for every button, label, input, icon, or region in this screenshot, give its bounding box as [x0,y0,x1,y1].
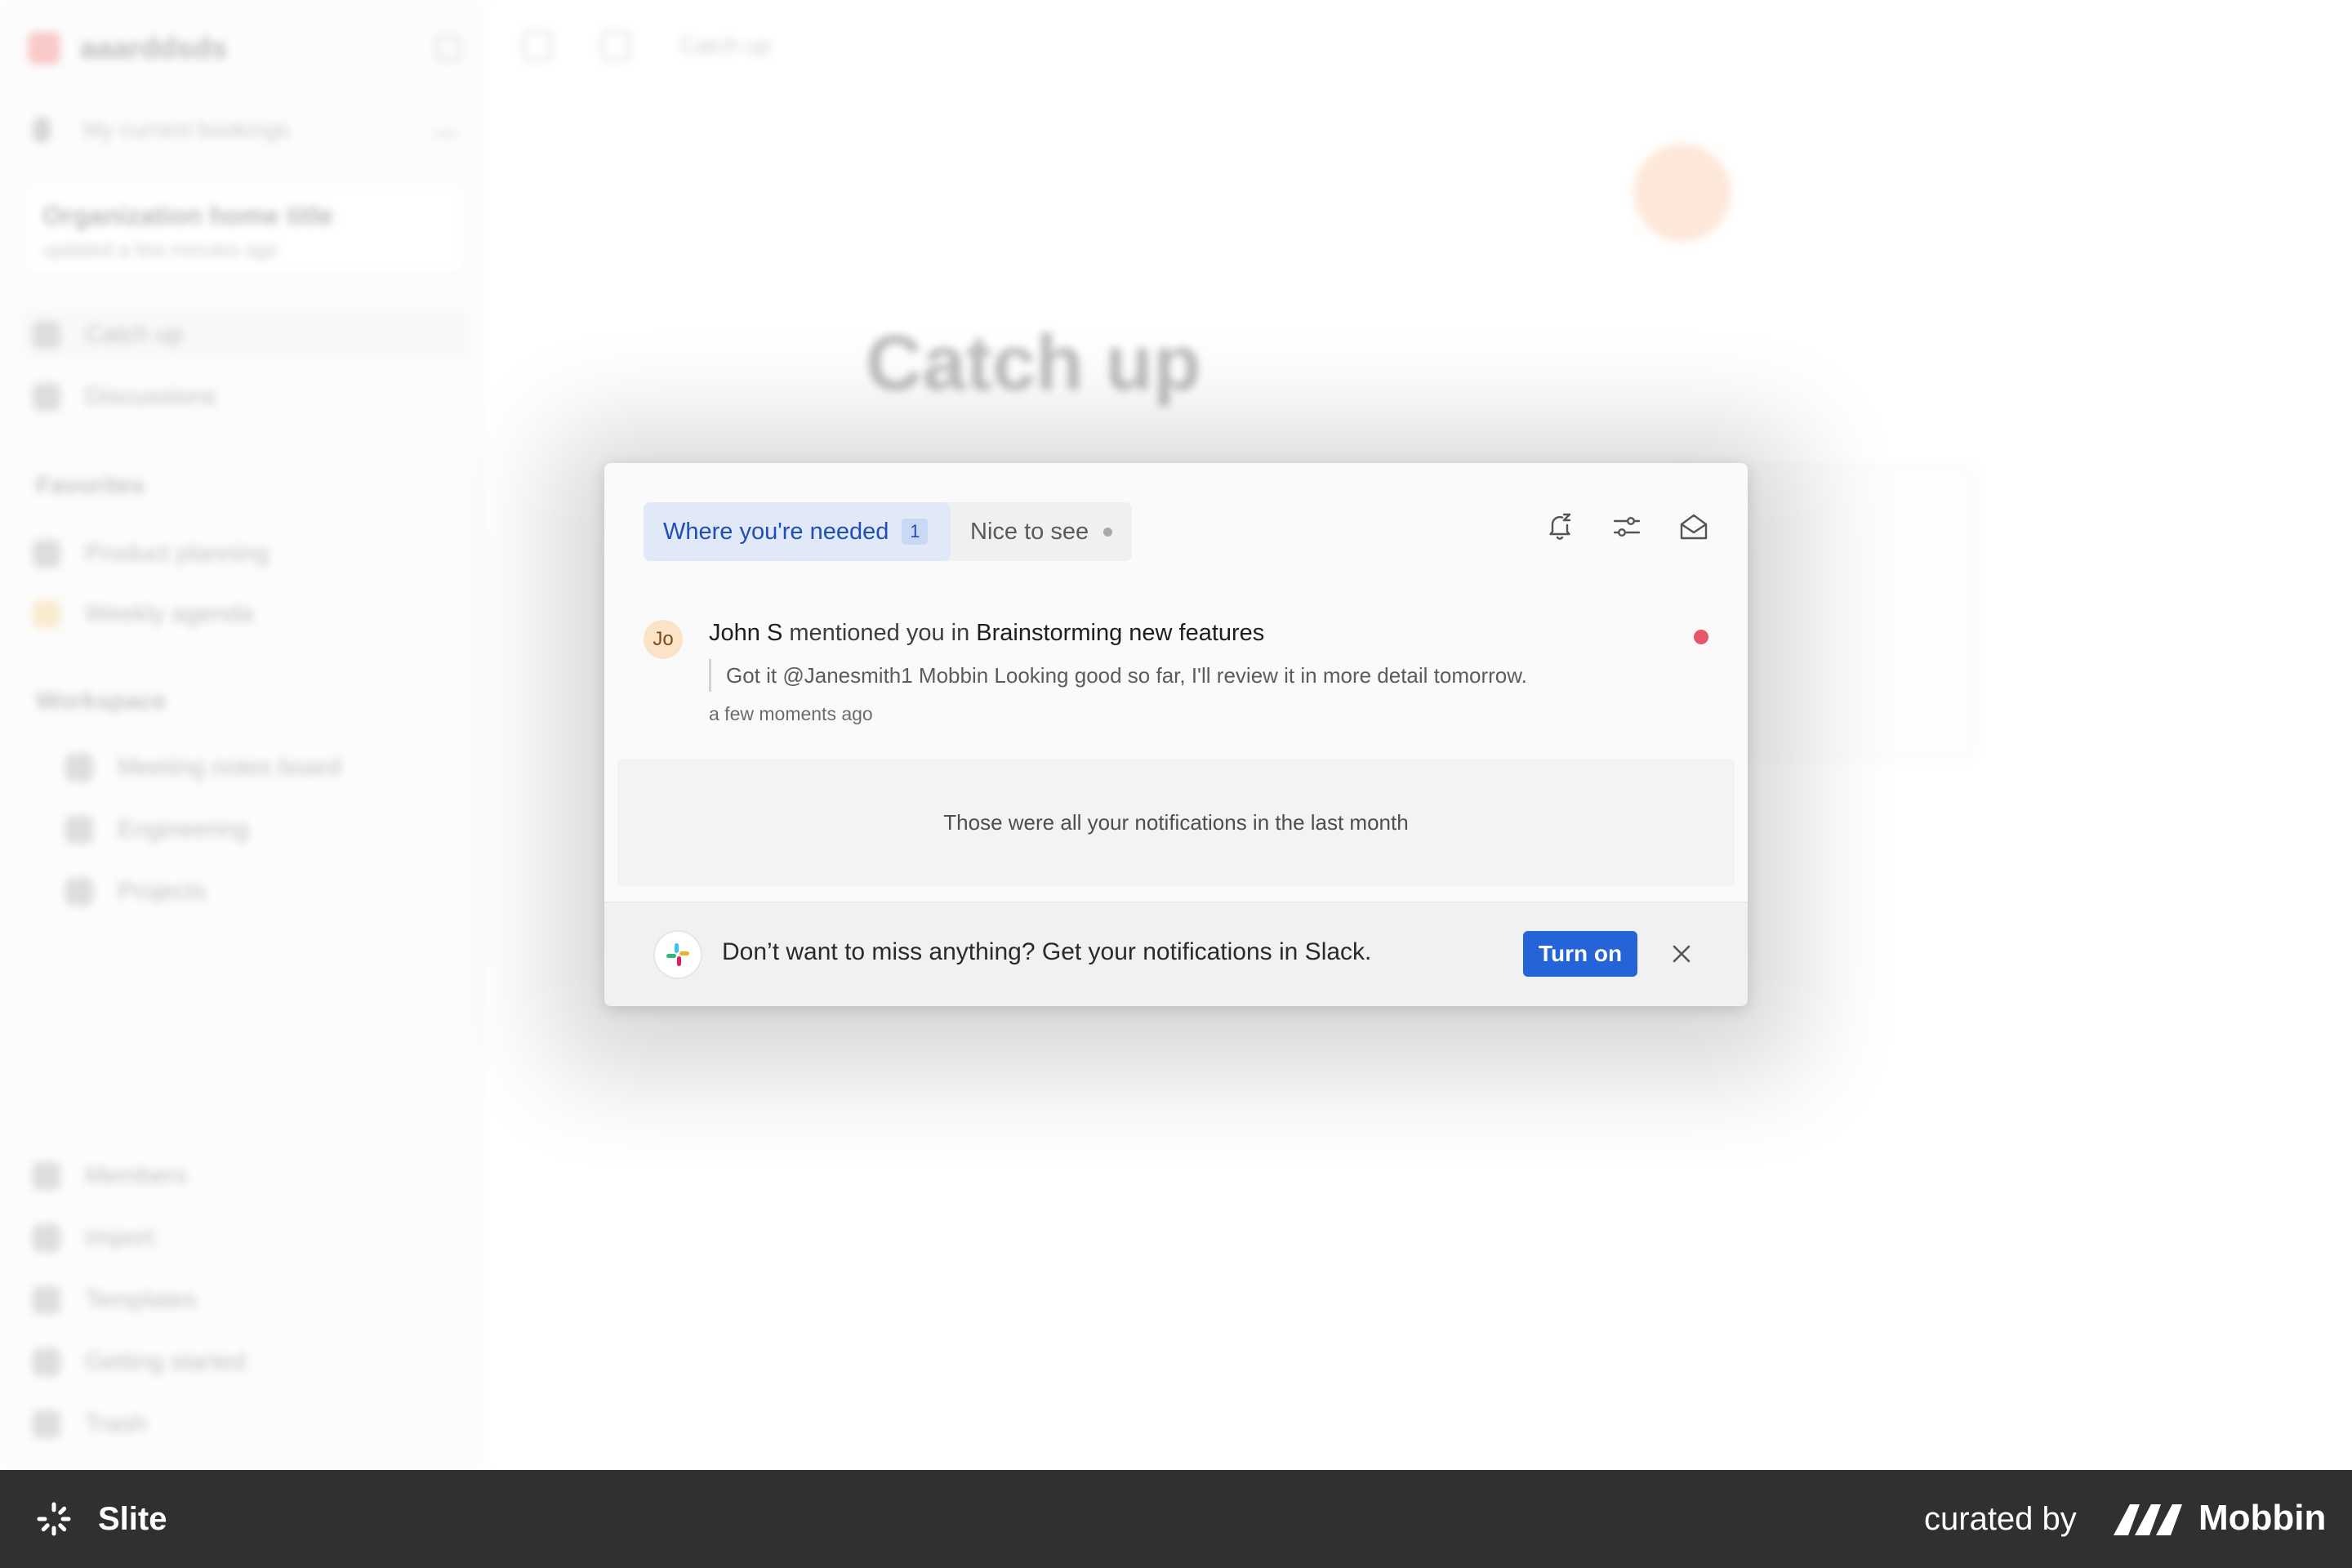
indicator-dot [1103,527,1113,537]
sidebar-item-label: Discussions [85,383,216,410]
doc-icon [65,816,93,844]
doc-icon [33,540,60,568]
chat-icon [33,383,60,411]
mobbin-logo-icon [2112,1499,2184,1539]
avatar: Jo [644,620,683,659]
count-badge: 1 [902,519,929,545]
unread-dot [1694,630,1708,644]
sidebar-search[interactable]: My current bookings [33,111,457,149]
sidebar-item-label: Import [85,1224,155,1251]
brand-bar: Slite curated by Mobbin [0,1470,2352,1568]
topbar-title: Catch up [679,33,772,58]
templates-icon [33,1286,60,1314]
sidebar-item-getting-started[interactable]: Getting started [33,1338,457,1387]
sidebar-item-favorite[interactable]: Weekly agenda [33,590,457,639]
sidebar-item-label: Product planning [85,540,270,567]
sidebar-item-label: Projects [118,878,207,905]
mobbin-brand: Mobbin [2198,1498,2327,1538]
person-icon [33,117,51,143]
tab-label: Where you're needed [663,518,889,545]
filter-sliders-icon[interactable] [1612,512,1642,541]
notification-action: mentioned you in [789,620,970,646]
sidebar-item-label: Templates [85,1286,197,1313]
sidebar-item-label: Catch up [85,321,184,348]
sidebar-item-members[interactable]: Members [33,1152,457,1200]
import-icon [33,1224,60,1252]
home-card-subtitle: updated a few minutes ago [42,239,278,261]
sidebar-item-catch-up[interactable]: Catch up [23,310,469,359]
tab-nice-to-see[interactable]: Nice to see [951,502,1132,561]
section-workspace: Workspace [36,688,167,715]
notification-quote: Got it @Janesmith1 Mobbin Looking good s… [709,659,1527,692]
notification-title: John S mentioned you in Brainstorming ne… [709,620,1264,647]
sidebar-item-workspace[interactable]: Engineering [65,805,490,854]
curated-by-label: curated by [1924,1501,2077,1537]
chevron-down-icon [436,124,457,136]
rocket-icon [33,1348,60,1376]
notification-time: a few moments ago [709,703,873,724]
slack-icon [655,932,701,978]
end-of-list-message: Those were all your notifications in the… [617,759,1735,886]
members-icon [33,1162,60,1190]
mark-read-icon[interactable] [1679,512,1708,541]
sidebar-item-label: Weekly agenda [85,600,254,627]
snooze-icon[interactable] [1545,512,1575,541]
notification-tabs: Where you're needed 1 Nice to see [644,502,1133,561]
sidebar-item-workspace[interactable]: Projects [65,867,490,916]
sidebar-item-label: Trash [85,1410,147,1437]
inbox-icon [33,321,60,349]
back-icon[interactable] [601,31,630,60]
trash-icon [33,1410,60,1438]
sidebar-item-label: Meeting notes board [118,754,341,781]
sidebar-item-import[interactable]: Import [33,1214,457,1263]
tab-where-youre-needed[interactable]: Where you're needed 1 [644,502,951,561]
slack-banner: Don’t want to miss anything? Get your no… [604,902,1748,1006]
sidebar-toggle-icon[interactable] [523,31,552,60]
sidebar-item-templates[interactable]: Templates [33,1276,457,1325]
tab-label: Nice to see [970,518,1089,545]
workspace-logo-icon [28,32,60,65]
slite-logo-icon [36,1501,72,1537]
topbar: Catch up [523,31,771,60]
folder-icon [33,600,60,628]
new-doc-icon[interactable] [436,36,461,60]
notification-toolbar [1545,512,1708,541]
notification-doc-link[interactable]: Brainstorming new features [976,620,1264,646]
notifications-panel: Where you're needed 1 Nice to see Jo Joh… [604,463,1748,1006]
workspace-name: aaarddsds [80,31,228,65]
sidebar: aaarddsds My current bookings Organizati… [0,0,483,1470]
sidebar-item-label: Engineering [118,816,249,843]
sidebar-item-favorite[interactable]: Product planning [33,529,457,578]
slack-prompt: Don’t want to miss anything? Get your no… [722,938,1372,965]
notification-item[interactable]: Jo John S mentioned you in Brainstorming… [644,620,1708,742]
app-name: Slite [98,1501,167,1537]
sidebar-item-trash[interactable]: Trash [33,1400,457,1449]
doc-icon [65,754,93,782]
sidebar-item-discussions[interactable]: Discussions [33,372,457,421]
workspace-header[interactable]: aaarddsds [28,29,461,67]
doc-icon [65,878,93,906]
notification-author: John S [709,620,783,646]
page-title: Catch up [866,319,1201,407]
home-card[interactable]: Organization home title updated a few mi… [23,185,464,274]
illustration-circle [1633,144,1731,242]
section-favorites: Favorites [36,472,145,499]
close-icon[interactable] [1668,940,1695,968]
turn-on-button[interactable]: Turn on [1523,931,1637,977]
sidebar-item-label: Getting started [85,1348,246,1375]
search-label: My current bookings [83,117,290,142]
sidebar-item-workspace[interactable]: Meeting notes board [65,743,490,792]
home-card-title: Organization home title [42,201,333,230]
sidebar-item-label: Members [85,1162,188,1189]
